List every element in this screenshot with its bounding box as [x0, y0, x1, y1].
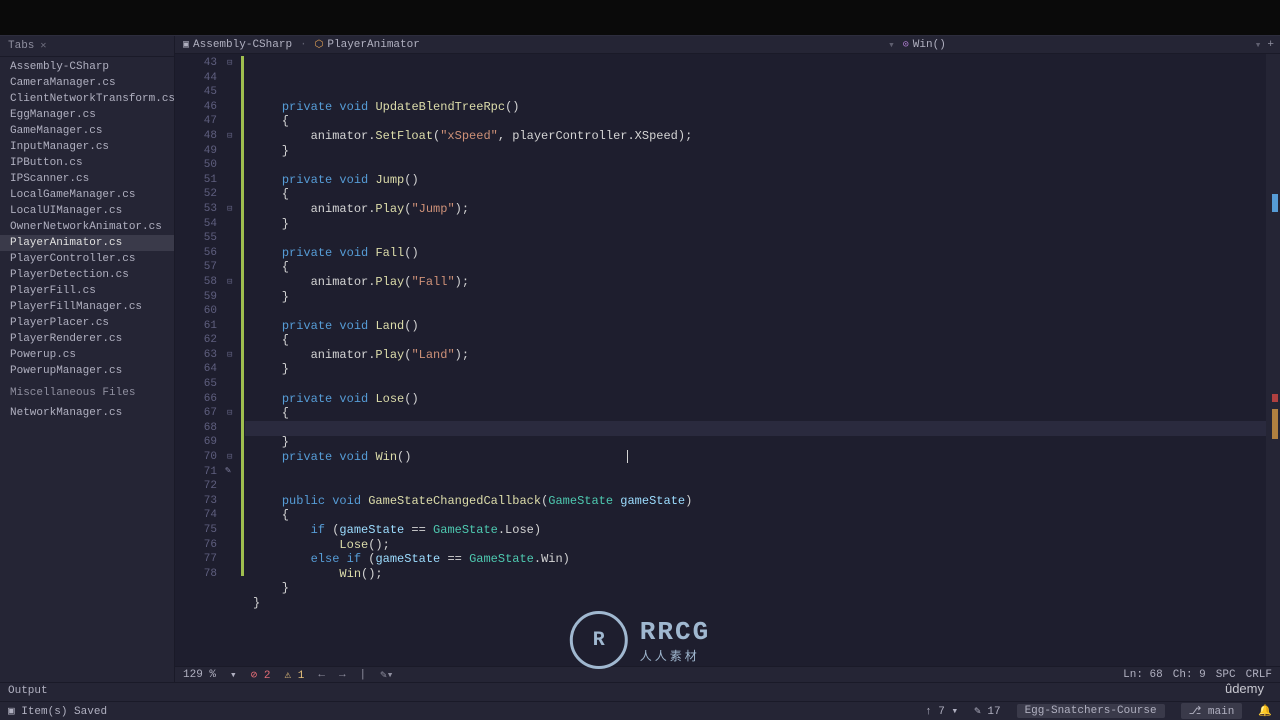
notification-icon[interactable]: 🔔: [1258, 704, 1272, 718]
misc-files-header: Miscellaneous Files: [0, 383, 174, 403]
file-item[interactable]: PlayerPlacer.cs: [0, 315, 174, 331]
editor-status-bar: 129 % ▾ ⊘ 2 ⚠ 1 ← → | ✎▾ Ln: 68 Ch: 9 SP…: [175, 666, 1280, 682]
file-item[interactable]: PlayerRenderer.cs: [0, 331, 174, 347]
change-marker: [241, 56, 244, 576]
editor-area: ▣ Assembly-CSharp · ⬡ PlayerAnimator ▾ ⊙…: [175, 36, 1280, 682]
file-item[interactable]: ClientNetworkTransform.cs: [0, 91, 174, 107]
breadcrumb-project[interactable]: ▣ Assembly-CSharp: [175, 39, 300, 51]
fold-gutter[interactable]: ⊟⊟⊟⊟⊟⊟⊟: [227, 54, 241, 666]
class-icon: ⬡: [315, 39, 324, 51]
add-icon[interactable]: +: [1267, 39, 1280, 51]
file-item[interactable]: PowerupManager.cs: [0, 363, 174, 379]
file-item[interactable]: PlayerFillManager.cs: [0, 299, 174, 315]
file-item[interactable]: PlayerAnimator.cs: [0, 235, 174, 251]
file-item[interactable]: GameManager.cs: [0, 123, 174, 139]
tabs-header: Tabs ✕: [0, 36, 174, 57]
breadcrumb-class[interactable]: ⬡ PlayerAnimator: [307, 39, 888, 51]
editor-content[interactable]: 4344454647484950515253545556575859606162…: [175, 54, 1280, 666]
breadcrumb-separator: ▾: [888, 38, 895, 52]
nav-back-icon[interactable]: ←: [318, 669, 325, 681]
file-item[interactable]: Powerup.cs: [0, 347, 174, 363]
file-item[interactable]: OwnerNetworkAnimator.cs: [0, 219, 174, 235]
file-list: Assembly-CSharpCameraManager.csClientNet…: [0, 57, 174, 381]
nav-divider: |: [360, 669, 367, 681]
file-item[interactable]: IPScanner.cs: [0, 171, 174, 187]
udemy-watermark: ûdemy: [1225, 681, 1264, 696]
cursor-line[interactable]: Ln: 68: [1123, 669, 1163, 681]
line-gutter: 4344454647484950515253545556575859606162…: [175, 54, 227, 666]
misc-file-list: NetworkManager.cs: [0, 403, 174, 423]
nav-pen-icon[interactable]: ✎▾: [380, 668, 393, 682]
breadcrumb-member[interactable]: ⊙ Win(): [895, 39, 1255, 51]
file-item[interactable]: NetworkManager.cs: [0, 405, 174, 421]
method-icon: ⊙: [903, 39, 909, 51]
file-item[interactable]: LocalUIManager.cs: [0, 203, 174, 219]
breadcrumb-separator: ·: [300, 39, 307, 51]
title-bar: [0, 0, 1280, 36]
chevron-down-icon[interactable]: ▾: [1255, 38, 1268, 52]
cursor-col[interactable]: Ch: 9: [1173, 669, 1206, 681]
file-item[interactable]: Assembly-CSharp: [0, 59, 174, 75]
git-repo[interactable]: Egg-Snatchers-Course: [1017, 704, 1165, 718]
zoom-level[interactable]: 129 %: [183, 669, 216, 681]
file-item[interactable]: CameraManager.cs: [0, 75, 174, 91]
git-branch[interactable]: ⎇ main: [1181, 703, 1243, 719]
nav-forward-icon[interactable]: →: [339, 669, 346, 681]
file-item[interactable]: InputManager.cs: [0, 139, 174, 155]
file-item[interactable]: IPButton.cs: [0, 155, 174, 171]
file-item[interactable]: LocalGameManager.cs: [0, 187, 174, 203]
map-warn-marker: [1272, 409, 1278, 439]
csharp-icon: ▣: [183, 39, 189, 51]
file-item[interactable]: PlayerDetection.cs: [0, 267, 174, 283]
map-marker: [1272, 194, 1278, 212]
zoom-dropdown-icon[interactable]: ▾: [230, 668, 237, 682]
close-icon[interactable]: ✕: [40, 40, 46, 52]
scroll-minimap[interactable]: [1266, 54, 1280, 666]
file-item[interactable]: PlayerController.cs: [0, 251, 174, 267]
error-count[interactable]: ⊘ 2: [251, 668, 271, 682]
file-item[interactable]: EggManager.cs: [0, 107, 174, 123]
file-item[interactable]: PlayerFill.cs: [0, 283, 174, 299]
tabs-label: Tabs: [8, 40, 34, 52]
solution-explorer: Tabs ✕ Assembly-CSharpCameraManager.csCl…: [0, 36, 175, 682]
git-outgoing[interactable]: ↑ 7 ▾: [925, 704, 958, 718]
output-panel[interactable]: Output: [0, 682, 1280, 701]
warning-count[interactable]: ⚠ 1: [284, 668, 304, 682]
app-status-bar: ▣ Item(s) Saved ↑ 7 ▾ ✎ 17 Egg-Snatchers…: [0, 701, 1280, 720]
code-text[interactable]: private void UpdateBlendTreeRpc() { anim…: [245, 54, 1266, 666]
map-error-marker: [1272, 394, 1278, 402]
git-pen-icon[interactable]: ✎ 17: [974, 704, 1000, 718]
indent-mode[interactable]: SPC: [1216, 669, 1236, 681]
line-ending[interactable]: CRLF: [1246, 669, 1272, 681]
breadcrumb: ▣ Assembly-CSharp · ⬡ PlayerAnimator ▾ ⊙…: [175, 36, 1280, 54]
status-message: ▣ Item(s) Saved: [8, 704, 107, 718]
